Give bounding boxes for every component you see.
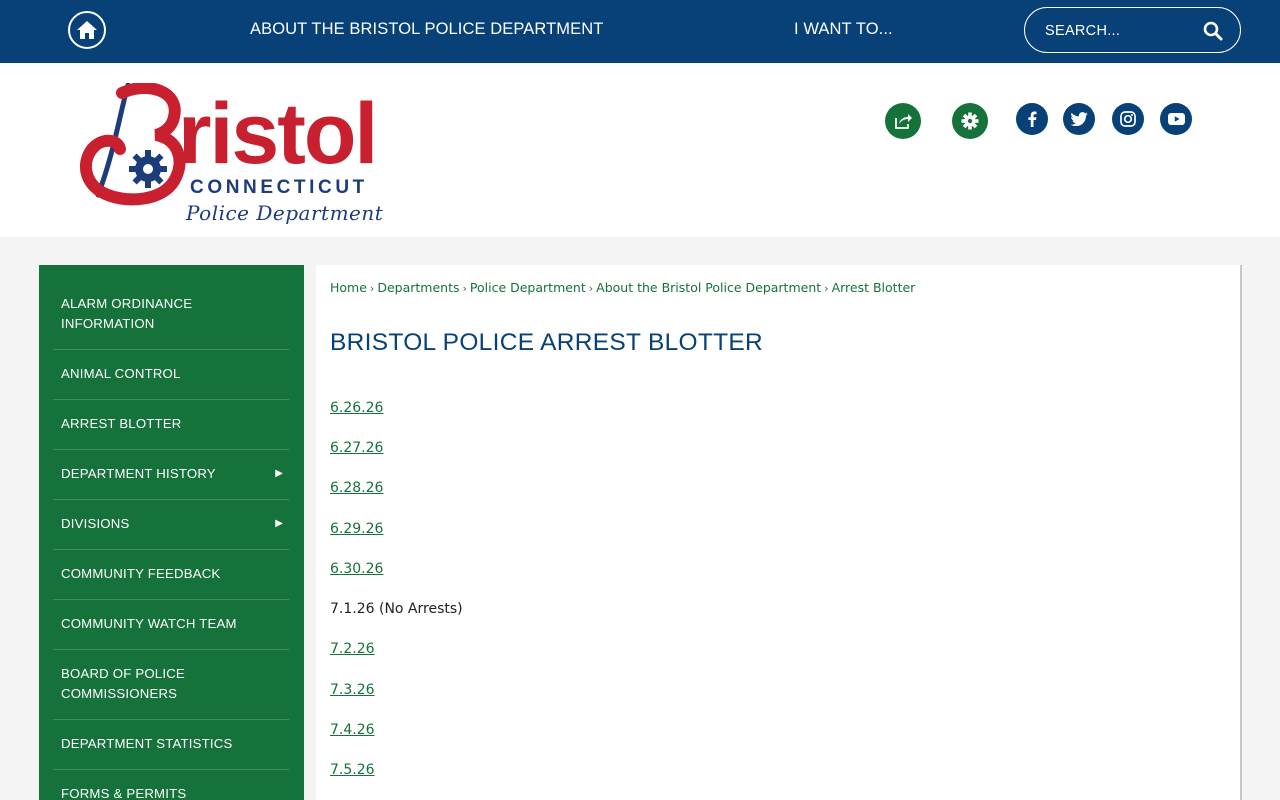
sidebar-item-divisions[interactable]: DIVISIONS ▶ [53, 500, 289, 550]
sidebar-item-label: COMMUNITY FEEDBACK [61, 566, 221, 581]
top-nav-bar: ABOUT THE BRISTOL POLICE DEPARTMENT I WA… [0, 0, 1280, 63]
nav-i-want-to-link[interactable]: I WANT TO... [794, 20, 893, 39]
main-content: Home › Departments › Police Department › About… [316, 265, 1242, 800]
logo-b-emblem [79, 83, 186, 206]
blotter-link-7-2-26[interactable]: 7.2.26 [330, 641, 375, 657]
twitter-icon [1070, 112, 1088, 126]
share-icon [895, 114, 912, 129]
breadcrumb-home[interactable]: Home [330, 280, 367, 295]
nav-about-link[interactable]: ABOUT THE BRISTOL POLICE DEPARTMENT [250, 20, 603, 39]
logo-state: CONNECTICUT [190, 177, 368, 198]
breadcrumb-separator: › [824, 282, 829, 295]
site-header: ristol CONNECTICUT Police Department [0, 63, 1280, 237]
bristol-police-logo[interactable]: ristol CONNECTICUT Police Department [78, 83, 388, 233]
sidebar-item-alarm-ordinance[interactable]: ALARM ORDINANCE INFORMATION [53, 279, 289, 350]
search-icon [1203, 21, 1223, 41]
blotter-link-6-27-26[interactable]: 6.27.26 [330, 440, 383, 456]
youtube-icon [1167, 113, 1185, 125]
blotter-link-7-3-26[interactable]: 7.3.26 [330, 682, 375, 698]
breadcrumb-police-department[interactable]: Police Department [470, 280, 586, 295]
blotter-link-6-26-26[interactable]: 6.26.26 [330, 400, 383, 416]
sidebar-item-label: COMMUNITY WATCH TEAM [61, 616, 237, 631]
instagram-button[interactable] [1112, 103, 1144, 135]
gear-icon [961, 112, 979, 130]
submenu-arrow-icon[interactable]: ▶ [275, 468, 283, 479]
sidebar-item-label: DEPARTMENT STATISTICS [61, 736, 233, 751]
blotter-link-7-5-26[interactable]: 7.5.26 [330, 762, 375, 778]
sidebar-item-label: FORMS & PERMITS [61, 786, 187, 800]
sidebar-item-forms-permits[interactable]: FORMS & PERMITS [53, 770, 289, 800]
sidebar-item-community-watch-team[interactable]: COMMUNITY WATCH TEAM [53, 600, 289, 650]
search-box [1024, 7, 1241, 53]
blotter-link-6-29-26[interactable]: 6.29.26 [330, 521, 383, 537]
settings-button[interactable] [952, 103, 988, 139]
logo-department: Police Department [186, 201, 384, 225]
sidebar-item-label: ALARM ORDINANCE INFORMATION [61, 296, 193, 331]
search-button[interactable] [1203, 21, 1223, 41]
share-button[interactable] [885, 103, 921, 139]
search-input[interactable] [1045, 20, 1195, 42]
sidebar-item-label: DIVISIONS [61, 516, 130, 531]
facebook-button[interactable] [1016, 103, 1048, 135]
page-title: BRISTOL POLICE ARREST BLOTTER [330, 329, 764, 356]
submenu-arrow-icon[interactable]: ▶ [275, 518, 283, 529]
sidebar-item-animal-control[interactable]: ANIMAL CONTROL [53, 350, 289, 400]
breadcrumb-about[interactable]: About the Bristol Police Department [596, 280, 821, 295]
sidebar-item-arrest-blotter[interactable]: ARREST BLOTTER [53, 400, 289, 450]
blotter-link-6-28-26[interactable]: 6.28.26 [330, 480, 383, 496]
facebook-icon [1028, 111, 1037, 127]
sidebar-item-community-feedback[interactable]: COMMUNITY FEEDBACK [53, 550, 289, 600]
instagram-icon [1120, 111, 1136, 127]
blotter-entry-7-1-26-no-arrests: 7.1.26 (No Arrests) [330, 601, 463, 617]
breadcrumb-separator: › [369, 282, 375, 295]
breadcrumb-separator: › [462, 282, 467, 295]
breadcrumb-separator: › [588, 282, 594, 295]
blotter-link-6-30-26[interactable]: 6.30.26 [330, 561, 383, 577]
logo-wordmark: ristol [178, 86, 378, 182]
sidebar-item-department-history[interactable]: DEPARTMENT HISTORY ▶ [53, 450, 289, 500]
breadcrumb: Home › Departments › Police Department › About… [330, 280, 915, 295]
sidebar-item-label: ANIMAL CONTROL [61, 366, 181, 381]
sidebar-item-label: DEPARTMENT HISTORY [61, 466, 216, 481]
sidebar-item-label: BOARD OF POLICE COMMISSIONERS [61, 666, 185, 701]
sidebar-item-department-statistics[interactable]: DEPARTMENT STATISTICS [53, 720, 289, 770]
youtube-button[interactable] [1160, 103, 1192, 135]
twitter-button[interactable] [1063, 103, 1095, 135]
breadcrumb-departments[interactable]: Departments [377, 280, 459, 295]
sidebar-item-board-of-police-commissioners[interactable]: BOARD OF POLICE COMMISSIONERS [53, 650, 289, 720]
breadcrumb-arrest-blotter[interactable]: Arrest Blotter [832, 280, 916, 295]
home-button[interactable] [68, 11, 106, 49]
blotter-link-7-4-26[interactable]: 7.4.26 [330, 722, 375, 738]
sidebar-item-label: ARREST BLOTTER [61, 416, 182, 431]
sidebar-nav: ALARM ORDINANCE INFORMATION ANIMAL CONTR… [39, 265, 304, 800]
home-icon [77, 21, 97, 39]
